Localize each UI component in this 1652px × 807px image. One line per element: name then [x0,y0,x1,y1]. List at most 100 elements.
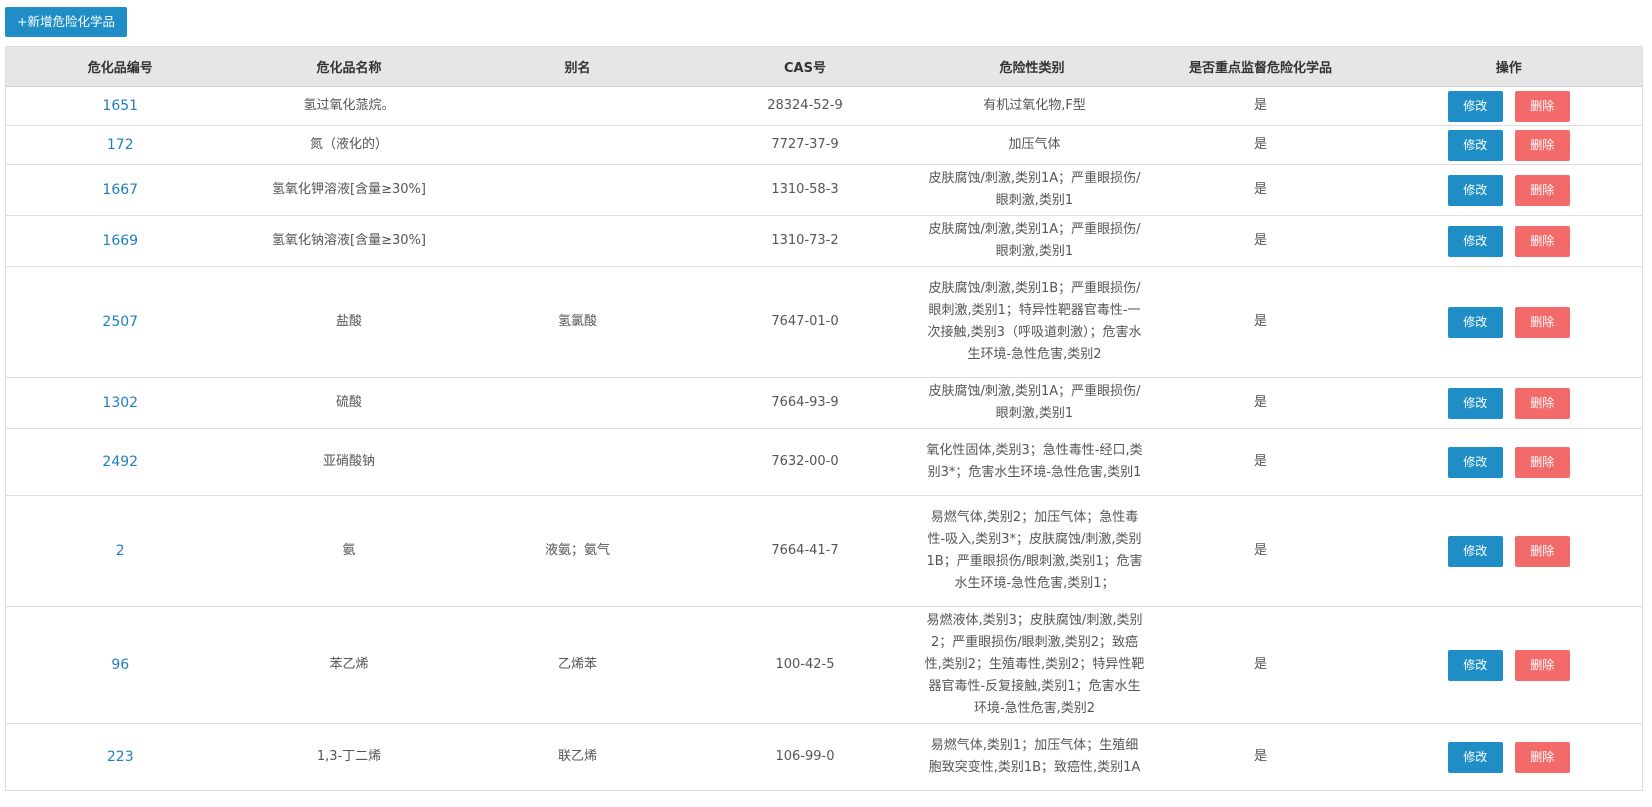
chemical-name: 硫酸 [234,377,464,429]
key-supervision-flag: 是 [1145,495,1376,607]
hazard-category-cell: 有机过氧化物,F型 [918,86,1146,126]
key-supervision-flag: 是 [1145,723,1376,791]
hazard-category-cell: 易燃气体,类别2；加压气体；急性毒性-吸入,类别3*；皮肤腐蚀/刺激,类别1B；… [918,495,1146,607]
edit-button[interactable]: 修改 [1447,306,1503,338]
chemical-code-link[interactable]: 1669 [5,215,235,267]
edit-button[interactable]: 修改 [1447,90,1503,122]
edit-button[interactable]: 修改 [1447,129,1503,161]
cas-number: 7664-41-7 [691,495,919,607]
chemical-name: 氢过氧化蒎烷。 [234,86,464,126]
chemicals-table-container: 危化品编号 危化品名称 别名 CAS号 危险性类别 是否重点监督危险化学品 操作… [5,46,1643,791]
delete-button[interactable]: 删除 [1514,535,1570,567]
cas-number: 1310-73-2 [691,215,919,267]
hazard-category: 有机过氧化物,F型 [983,98,1086,113]
delete-button[interactable]: 删除 [1514,387,1570,419]
header-hazard: 危险性类别 [918,46,1146,87]
row-actions: 修改 删除 [1375,86,1643,126]
chemical-name: 盐酸 [234,266,464,378]
table-row: 2 氨 液氨；氨气 7664-41-7 易燃气体,类别2；加压气体；急性毒性-吸… [5,495,1643,607]
chemical-code-link[interactable]: 2492 [5,428,235,496]
cas-number: 7664-93-9 [691,377,919,429]
chemical-alias [463,164,692,216]
edit-button[interactable]: 修改 [1447,387,1503,419]
cas-number: 7632-00-0 [691,428,919,496]
edit-button[interactable]: 修改 [1447,649,1503,681]
delete-button[interactable]: 删除 [1514,225,1570,257]
delete-button[interactable]: 删除 [1514,446,1570,478]
chemical-code-link[interactable]: 223 [5,723,235,791]
header-key-supervision: 是否重点监督危险化学品 [1145,46,1376,87]
add-chemical-button[interactable]: +新增危险化学品 [5,7,127,37]
delete-button[interactable]: 删除 [1514,649,1570,681]
row-actions: 修改 删除 [1375,495,1643,607]
header-name: 危化品名称 [234,46,464,87]
table-header-row: 危化品编号 危化品名称 别名 CAS号 危险性类别 是否重点监督危险化学品 操作 [5,46,1643,87]
key-supervision-flag: 是 [1145,215,1376,267]
hazard-category: 易燃气体,类别1；加压气体；生殖细胞致突变性,类别1B；致癌性,类别1A [928,738,1141,775]
table-row: 1302 硫酸 7664-93-9 皮肤腐蚀/刺激,类别1A；严重眼损伤/眼刺激… [5,377,1643,429]
key-supervision-flag: 是 [1145,125,1376,165]
hazard-category-cell: 皮肤腐蚀/刺激,类别1A；严重眼损伤/眼刺激,类别1 [918,215,1146,267]
chemical-alias: 乙烯苯 [463,606,692,724]
edit-button[interactable]: 修改 [1447,174,1503,206]
table-row: 1669 氢氧化钠溶液[含量≥30%] 1310-73-2 皮肤腐蚀/刺激,类别… [5,215,1643,267]
chemical-name: 1,3-丁二烯 [234,723,464,791]
cas-number: 7727-37-9 [691,125,919,165]
chemical-code-link[interactable]: 1302 [5,377,235,429]
chemical-code-link[interactable]: 2 [5,495,235,607]
delete-button[interactable]: 删除 [1514,741,1570,773]
key-supervision-flag: 是 [1145,164,1376,216]
header-actions: 操作 [1375,46,1643,87]
row-actions: 修改 删除 [1375,266,1643,378]
key-supervision-flag: 是 [1145,428,1376,496]
hazard-category-cell: 易燃液体,类别3；皮肤腐蚀/刺激,类别2；严重眼损伤/眼刺激,类别2；致癌性,类… [918,606,1146,724]
chemical-alias [463,428,692,496]
row-actions: 修改 删除 [1375,428,1643,496]
chemical-alias: 联乙烯 [463,723,692,791]
hazard-category: 皮肤腐蚀/刺激,类别1A；严重眼损伤/眼刺激,类别1 [928,171,1141,208]
chemical-alias: 液氨；氨气 [463,495,692,607]
hazard-category: 皮肤腐蚀/刺激,类别1B；严重眼损伤/眼刺激,类别1；特异性靶器官毒性-一次接触… [927,281,1142,362]
chemical-code-link[interactable]: 172 [5,125,235,165]
row-actions: 修改 删除 [1375,723,1643,791]
hazard-category: 易燃气体,类别2；加压气体；急性毒性-吸入,类别3*；皮肤腐蚀/刺激,类别1B；… [926,510,1143,591]
header-alias: 别名 [463,46,692,87]
hazard-category-cell: 易燃气体,类别1；加压气体；生殖细胞致突变性,类别1B；致癌性,类别1A [918,723,1146,791]
row-actions: 修改 删除 [1375,164,1643,216]
hazard-category: 皮肤腐蚀/刺激,类别1A；严重眼损伤/眼刺激,类别1 [928,222,1141,259]
header-cas: CAS号 [691,46,919,87]
edit-button[interactable]: 修改 [1447,225,1503,257]
edit-button[interactable]: 修改 [1447,535,1503,567]
table-row: 172 氮（液化的） 7727-37-9 加压气体 是 修改 删除 [5,125,1643,165]
delete-button[interactable]: 删除 [1514,174,1570,206]
hazard-category-cell: 加压气体 [918,125,1146,165]
hazard-category: 加压气体 [1008,137,1061,152]
hazard-category-cell: 皮肤腐蚀/刺激,类别1A；严重眼损伤/眼刺激,类别1 [918,377,1146,429]
key-supervision-flag: 是 [1145,86,1376,126]
chemical-code-link[interactable]: 96 [5,606,235,724]
chemical-code-link[interactable]: 1651 [5,86,235,126]
row-actions: 修改 删除 [1375,125,1643,165]
delete-button[interactable]: 删除 [1514,90,1570,122]
hazard-category: 易燃液体,类别3；皮肤腐蚀/刺激,类别2；严重眼损伤/眼刺激,类别2；致癌性,类… [924,613,1145,716]
table-row: 2492 亚硝酸钠 7632-00-0 氧化性固体,类别3；急性毒性-经口,类别… [5,428,1643,496]
chemical-name: 氢氧化钾溶液[含量≥30%] [234,164,464,216]
edit-button[interactable]: 修改 [1447,446,1503,478]
delete-button[interactable]: 删除 [1514,306,1570,338]
chemical-alias: 氢氯酸 [463,266,692,378]
chemical-name: 氮（液化的） [234,125,464,165]
chemical-alias [463,125,692,165]
chemical-code-link[interactable]: 2507 [5,266,235,378]
table-row: 96 苯乙烯 乙烯苯 100-42-5 易燃液体,类别3；皮肤腐蚀/刺激,类别2… [5,606,1643,724]
chemical-alias [463,377,692,429]
table-row: 223 1,3-丁二烯 联乙烯 106-99-0 易燃气体,类别1；加压气体；生… [5,723,1643,791]
chemical-name: 氨 [234,495,464,607]
edit-button[interactable]: 修改 [1447,741,1503,773]
hazard-category: 皮肤腐蚀/刺激,类别1A；严重眼损伤/眼刺激,类别1 [928,384,1141,421]
chemical-code-link[interactable]: 1667 [5,164,235,216]
chemical-alias [463,215,692,267]
delete-button[interactable]: 删除 [1514,129,1570,161]
hazard-category: 氧化性固体,类别3；急性毒性-经口,类别3*；危害水生环境-急性危害,类别1 [926,443,1143,480]
table-row: 1667 氢氧化钾溶液[含量≥30%] 1310-58-3 皮肤腐蚀/刺激,类别… [5,164,1643,216]
chemical-name: 氢氧化钠溶液[含量≥30%] [234,215,464,267]
